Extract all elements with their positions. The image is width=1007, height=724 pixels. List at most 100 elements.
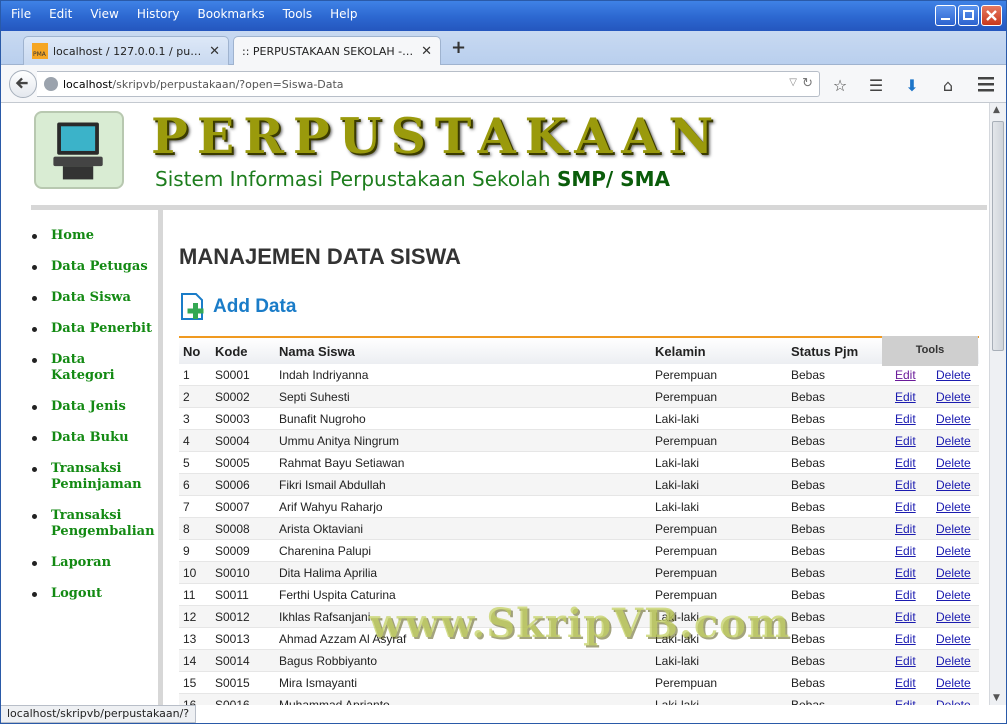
cell-kode: S0008 <box>215 522 250 536</box>
sidebar-item-laporan[interactable]: Laporan <box>31 555 153 571</box>
vertical-scrollbar[interactable]: ▲ ▼ <box>989 103 1006 705</box>
menu-help[interactable]: Help <box>330 7 357 21</box>
close-window-button[interactable] <box>981 5 1002 26</box>
url-dropdown-icon[interactable]: ▽ <box>789 77 797 88</box>
edit-link[interactable]: Edit <box>895 544 916 558</box>
close-tab-icon[interactable]: ✕ <box>421 44 432 59</box>
edit-link[interactable]: Edit <box>895 456 916 470</box>
edit-link[interactable]: Edit <box>895 368 916 382</box>
close-tab-icon[interactable]: ✕ <box>209 44 220 59</box>
edit-link[interactable]: Edit <box>895 478 916 492</box>
edit-link[interactable]: Edit <box>895 654 916 668</box>
menu-edit[interactable]: Edit <box>49 7 72 21</box>
delete-link[interactable]: Delete <box>936 368 971 382</box>
cell-kelamin: Laki-laki <box>655 478 700 492</box>
delete-link[interactable]: Delete <box>936 632 971 646</box>
cell-no: 7 <box>183 500 190 514</box>
delete-link[interactable]: Delete <box>936 610 971 624</box>
table-row: 6 S0006 Fikri Ismail Abdullah Laki-laki Beba… <box>179 474 979 496</box>
edit-link[interactable]: Edit <box>895 434 916 448</box>
sidebar-item-data-siswa[interactable]: Data Siswa <box>31 290 153 306</box>
reading-list-icon[interactable]: ☰ <box>865 74 887 96</box>
edit-link[interactable]: Edit <box>895 588 916 602</box>
delete-link[interactable]: Delete <box>936 456 971 470</box>
edit-link[interactable]: Edit <box>895 676 916 690</box>
edit-link[interactable]: Edit <box>895 522 916 536</box>
edit-link[interactable]: Edit <box>895 632 916 646</box>
sidebar-item-logout[interactable]: Logout <box>31 586 153 602</box>
tab-phpmyadmin[interactable]: PMA localhost / 127.0.0.1 / pustakaan ..… <box>23 36 229 65</box>
sidebar-item-data-penerbit[interactable]: Data Penerbit <box>31 321 153 337</box>
delete-link[interactable]: Delete <box>936 434 971 448</box>
url-host: localhost <box>63 78 113 91</box>
delete-link[interactable]: Delete <box>936 676 971 690</box>
title-bar: File Edit View History Bookmarks Tools H… <box>1 1 1006 31</box>
sidebar-item-home[interactable]: Home <box>31 228 153 244</box>
download-icon[interactable]: ⬇ <box>901 74 923 96</box>
sidebar-item-data-petugas[interactable]: Data Petugas <box>31 259 153 275</box>
menu-view[interactable]: View <box>90 7 118 21</box>
delete-link[interactable]: Delete <box>936 412 971 426</box>
cell-kelamin: Laki-laki <box>655 456 700 470</box>
cell-status: Bebas <box>791 522 826 536</box>
bookmark-star-icon[interactable]: ☆ <box>829 74 851 96</box>
back-button[interactable] <box>9 70 37 98</box>
delete-link[interactable]: Delete <box>936 478 971 492</box>
reload-icon[interactable]: ↻ <box>802 76 813 91</box>
scroll-down-icon[interactable]: ▼ <box>993 693 1000 703</box>
cell-no: 14 <box>183 654 197 668</box>
delete-link[interactable]: Delete <box>936 566 971 580</box>
menu-bookmarks[interactable]: Bookmarks <box>198 7 265 21</box>
tab-perpustakaan[interactable]: :: PERPUSTAKAAN SEKOLAH - Sistem ... ✕ <box>233 36 441 65</box>
edit-link[interactable]: Edit <box>895 566 916 580</box>
sidebar-item-data-kategori[interactable]: Data Kategori <box>31 352 153 384</box>
cell-nama: Septi Suhesti <box>279 390 350 404</box>
sidebar-item-transaksi-peminjaman[interactable]: Transaksi Peminjaman <box>31 461 153 493</box>
cell-kode: S0010 <box>215 566 250 580</box>
student-table-body: 1 S0001 Indah Indriyanna Perempuan Bebas Edit… <box>179 364 979 705</box>
delete-link[interactable]: Delete <box>936 390 971 404</box>
cell-kode: S0002 <box>215 390 250 404</box>
edit-link[interactable]: Edit <box>895 412 916 426</box>
edit-link[interactable]: Edit <box>895 698 916 705</box>
cell-status: Bebas <box>791 698 826 705</box>
delete-link[interactable]: Delete <box>936 544 971 558</box>
tab-title: localhost / 127.0.0.1 / pustakaan ... <box>53 44 203 58</box>
edit-link[interactable]: Edit <box>895 610 916 624</box>
sidebar-item-data-buku[interactable]: Data Buku <box>31 430 153 446</box>
menu-file[interactable]: File <box>11 7 31 21</box>
delete-link[interactable]: Delete <box>936 654 971 668</box>
menu-tools[interactable]: Tools <box>283 7 313 21</box>
add-data-button[interactable]: Add Data <box>179 290 296 324</box>
minimize-button[interactable] <box>935 5 956 26</box>
cell-no: 11 <box>183 588 196 602</box>
status-bar: localhost/skripvb/perpustakaan/?open <box>1 705 196 723</box>
table-row: 4 S0004 Ummu Anitya Ningrum Perempuan Bebas E… <box>179 430 979 452</box>
home-icon[interactable]: ⌂ <box>937 74 959 96</box>
new-tab-button[interactable]: + <box>451 37 466 58</box>
delete-link[interactable]: Delete <box>936 698 971 705</box>
delete-link[interactable]: Delete <box>936 522 971 536</box>
maximize-button[interactable] <box>958 5 979 26</box>
cell-status: Bebas <box>791 500 826 514</box>
address-bar[interactable]: localhost/skripvb/perpustakaan/?open=Sis… <box>37 71 820 97</box>
sidebar-item-transaksi-pengembalian[interactable]: Transaksi Pengembalian <box>31 508 155 540</box>
url-text[interactable]: localhost/skripvb/perpustakaan/?open=Sis… <box>63 78 344 91</box>
sidebar-item-data-jenis[interactable]: Data Jenis <box>31 399 153 415</box>
url-path: /skripvb/perpustakaan/?open=Siswa-Data <box>112 78 344 91</box>
delete-link[interactable]: Delete <box>936 588 971 602</box>
menu-history[interactable]: History <box>137 7 180 21</box>
tagline-bold: SMP/ SMA <box>556 167 670 191</box>
cell-kelamin: Perempuan <box>655 676 718 690</box>
edit-link[interactable]: Edit <box>895 500 916 514</box>
menu-hamburger-icon[interactable] <box>976 74 996 94</box>
delete-link[interactable]: Delete <box>936 500 971 514</box>
cell-nama: Bunafit Nugroho <box>279 412 366 426</box>
edit-link[interactable]: Edit <box>895 390 916 404</box>
scroll-up-icon[interactable]: ▲ <box>993 105 1000 115</box>
scrollbar-thumb[interactable] <box>992 121 1004 351</box>
column-header-nama: Nama Siswa <box>279 344 355 359</box>
cell-kelamin: Perempuan <box>655 434 718 448</box>
back-arrow-icon <box>15 77 28 89</box>
cell-no: 12 <box>183 610 197 624</box>
